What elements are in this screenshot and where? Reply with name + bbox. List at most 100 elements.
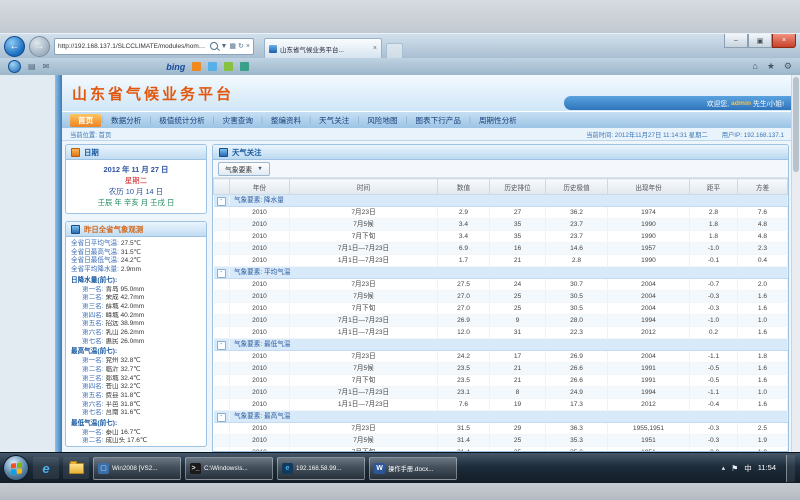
start-button[interactable] <box>3 455 29 481</box>
row-expand-cell <box>214 303 230 315</box>
table-row[interactable]: 20107月23日27.52430.72004-0.72.0 <box>214 279 788 291</box>
collapse-icon[interactable]: - <box>217 413 226 422</box>
table-row[interactable]: 20107月23日2.92736.219742.87.6 <box>214 207 788 219</box>
gear-icon[interactable]: ⚙ <box>784 61 792 72</box>
show-desktop-button[interactable] <box>786 455 795 482</box>
table-row[interactable]: 20107月5候31.42535.31951-0.31.9 <box>214 435 788 447</box>
table-row[interactable]: 20107月下旬3.43523.719901.84.8 <box>214 231 788 243</box>
page-icon[interactable]: ▤ <box>28 63 36 71</box>
browser-logo-icon[interactable] <box>8 60 21 73</box>
back-button[interactable]: ← <box>4 36 25 57</box>
scrollbar-thumb[interactable] <box>793 77 799 172</box>
nav-item-4[interactable]: 整编资料 <box>263 114 309 127</box>
address-dropdown-icon[interactable]: ▼ <box>220 43 227 50</box>
section-title: 气象要素: 降水量 <box>230 195 788 207</box>
maximize-button[interactable]: ▣ <box>748 34 772 48</box>
nav-item-2[interactable]: 极值统计分析 <box>151 114 213 127</box>
browser-tab[interactable]: 山东省气候业务平台... × <box>264 38 382 58</box>
table-cell: 7.6 <box>738 207 788 219</box>
hidden-icons-arrow[interactable]: ▴ <box>722 464 726 472</box>
favorites-star-icon[interactable]: ★ <box>767 61 775 72</box>
nav-item-5[interactable]: 天气关注 <box>311 114 357 127</box>
table-cell: -0.1 <box>690 255 738 267</box>
table-cell: -0.3 <box>690 303 738 315</box>
table-row[interactable]: 20107月5候27.02530.52004-0.31.6 <box>214 291 788 303</box>
collapse-icon[interactable]: - <box>217 341 226 350</box>
taskbar-clock[interactable]: 11:54 <box>758 464 776 472</box>
table-row[interactable]: 20107月下旬27.02530.52004-0.31.6 <box>214 303 788 315</box>
table-cell: 26.9 <box>546 351 608 363</box>
table-section-row: -气象要素: 最低气温 <box>214 339 788 351</box>
table-row[interactable]: 20107月1日—7月23日26.9928.01994-1.01.0 <box>214 315 788 327</box>
rank-label: 第四名: <box>82 312 104 319</box>
table-header-5: 出现年份 <box>608 179 690 195</box>
table-cell: 2010 <box>230 435 290 447</box>
table-cell: 26.6 <box>546 375 608 387</box>
table-toolbar: 气象要素 ▼ <box>213 160 788 178</box>
forward-button[interactable]: → <box>29 36 50 57</box>
nav-item-7[interactable]: 图表下行产品 <box>407 114 469 127</box>
bing-logo[interactable]: bing <box>166 62 185 72</box>
taskbar-ie-icon[interactable]: e <box>33 457 59 479</box>
compatibility-view-icon[interactable]: ▦ <box>229 43 236 50</box>
table-row[interactable]: 20107月5候3.43523.719901.84.8 <box>214 219 788 231</box>
nav-item-0[interactable]: 首页 <box>70 114 101 127</box>
nav-item-3[interactable]: 灾害查询 <box>215 114 261 127</box>
messenger-icon[interactable] <box>208 62 217 71</box>
table-cell: 1990 <box>608 255 690 267</box>
table-row[interactable]: 20107月下旬23.52126.61991-0.51.6 <box>214 375 788 387</box>
table-row[interactable]: 20107月5候23.52126.61991-0.51.6 <box>214 363 788 375</box>
table-row[interactable]: 20101月1日—7月23日7.61917.32012-0.41.6 <box>214 399 788 411</box>
page-scrollbar[interactable] <box>791 75 800 452</box>
nav-item-6[interactable]: 风险地图 <box>359 114 405 127</box>
tab-title: 山东省气候业务平台... <box>280 44 370 54</box>
minimize-button[interactable]: – <box>724 34 748 48</box>
table-row[interactable]: 20107月23日24.21726.92004-1.11.8 <box>214 351 788 363</box>
nav-item-1[interactable]: 数据分析 <box>103 114 149 127</box>
element-filter-dropdown[interactable]: 气象要素 ▼ <box>218 162 270 176</box>
table-cell: 17 <box>490 351 546 363</box>
search-icon[interactable] <box>210 42 218 50</box>
language-indicator[interactable]: 中 <box>744 463 752 474</box>
taskbar-button-0[interactable]: ▢Win2008 [VS2... <box>93 457 181 480</box>
collapse-icon[interactable]: - <box>217 197 226 206</box>
nav-item-8[interactable]: 周期性分析 <box>471 114 525 127</box>
table-cell: 1.0 <box>738 387 788 399</box>
rank-value: 平邑 31.8℃ <box>104 401 141 408</box>
taskbar-button-1[interactable]: >_C:\Windows\s... <box>185 457 273 480</box>
windows-flag-icon <box>11 462 22 474</box>
home-icon[interactable]: ⌂ <box>752 61 757 72</box>
table-header-6: 距平 <box>690 179 738 195</box>
table-cell: 2012 <box>608 327 690 339</box>
main-area: 天气关注 气象要素 ▼ <box>212 144 789 452</box>
table-cell: 16 <box>490 243 546 255</box>
table-row[interactable]: 20107月23日31.52936.31955,1951-0.32.5 <box>214 423 788 435</box>
mail-icon[interactable]: ✉ <box>43 63 50 71</box>
refresh-icon[interactable]: ↻ <box>238 43 244 50</box>
taskbar-button-2[interactable]: e192.168.58.99... <box>277 457 365 480</box>
table-row[interactable]: 20107月1日—7月23日23.1824.91994-1.11.0 <box>214 387 788 399</box>
row-expand-cell <box>214 207 230 219</box>
stat-value: 2.9mm <box>119 266 141 273</box>
table-row[interactable]: 20101月1日—7月23日1.7212.81990-0.10.4 <box>214 255 788 267</box>
taskbar-button-3[interactable]: W操作手册.docx... <box>369 457 457 480</box>
table-cell: 1.6 <box>738 375 788 387</box>
table-cell: 26.6 <box>546 363 608 375</box>
close-button[interactable]: × <box>772 34 796 48</box>
address-bar[interactable]: http://192.168.137.1/SLCCLIMATE/modules/… <box>54 38 254 55</box>
action-center-flag-icon[interactable]: ⚑ <box>731 464 738 473</box>
collapse-icon[interactable]: - <box>217 269 226 278</box>
table-row[interactable]: 20101月1日—7月23日12.03122.320120.21.6 <box>214 327 788 339</box>
rank-label: 第一名: <box>82 357 104 364</box>
taskbar-explorer-icon[interactable] <box>63 457 89 479</box>
share-icon[interactable] <box>240 62 249 71</box>
table-cell: 1991 <box>608 375 690 387</box>
stop-icon[interactable]: × <box>246 43 250 50</box>
photos-icon[interactable] <box>224 62 233 71</box>
tab-close-icon[interactable]: × <box>373 45 377 52</box>
new-tab-button[interactable] <box>386 43 403 58</box>
folder-icon <box>69 463 84 474</box>
table-row[interactable]: 20107月1日—7月23日6.91614.61957-1.02.3 <box>214 243 788 255</box>
table-cell: 7.6 <box>438 399 490 411</box>
bing-box-icon[interactable] <box>192 62 201 71</box>
